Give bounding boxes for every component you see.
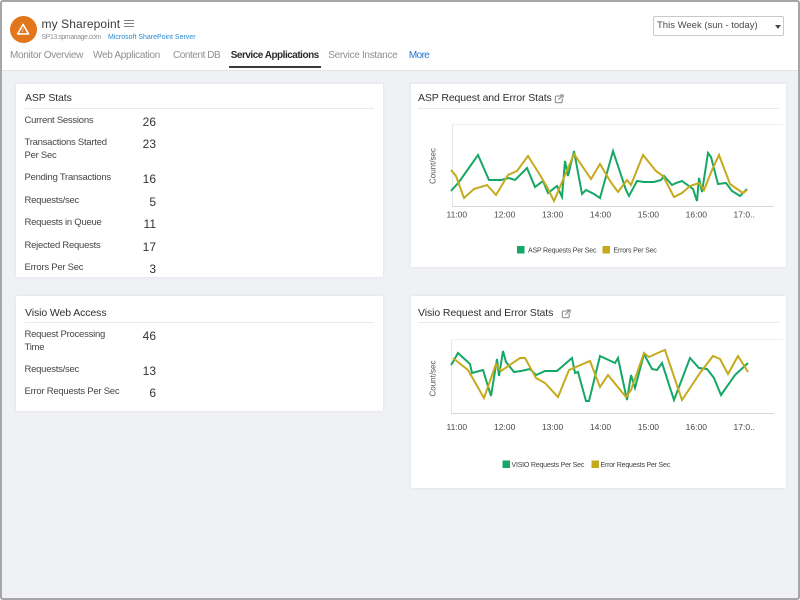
svg-text:11:00: 11:00 xyxy=(446,422,467,432)
svg-text:15:00: 15:00 xyxy=(638,422,660,432)
svg-text:17:0..: 17:0.. xyxy=(734,210,755,220)
svg-text:13:00: 13:00 xyxy=(542,210,564,220)
svg-text:15:00: 15:00 xyxy=(638,210,660,220)
svg-text:12:00: 12:00 xyxy=(494,210,516,220)
svg-text:14:00: 14:00 xyxy=(590,210,612,220)
svg-text:12:00: 12:00 xyxy=(494,422,516,432)
svg-text:ASP Requests Per Sec: ASP Requests Per Sec xyxy=(528,248,597,255)
svg-text:16:00: 16:00 xyxy=(686,210,708,220)
svg-text:VISIO Requests Per Sec: VISIO Requests Per Sec xyxy=(512,462,585,469)
svg-text:Count/sec: Count/sec xyxy=(429,360,438,396)
svg-text:14:00: 14:00 xyxy=(590,422,612,432)
svg-text:Error Requests Per Sec: Error Requests Per Sec xyxy=(601,462,671,469)
svg-text:11:00: 11:00 xyxy=(446,210,467,220)
svg-text:17:0..: 17:0.. xyxy=(734,422,755,432)
svg-text:Errors Per Sec: Errors Per Sec xyxy=(614,248,658,255)
svg-text:16:00: 16:00 xyxy=(686,422,708,432)
svg-text:Count/sec: Count/sec xyxy=(429,148,438,184)
svg-text:13:00: 13:00 xyxy=(542,422,564,432)
